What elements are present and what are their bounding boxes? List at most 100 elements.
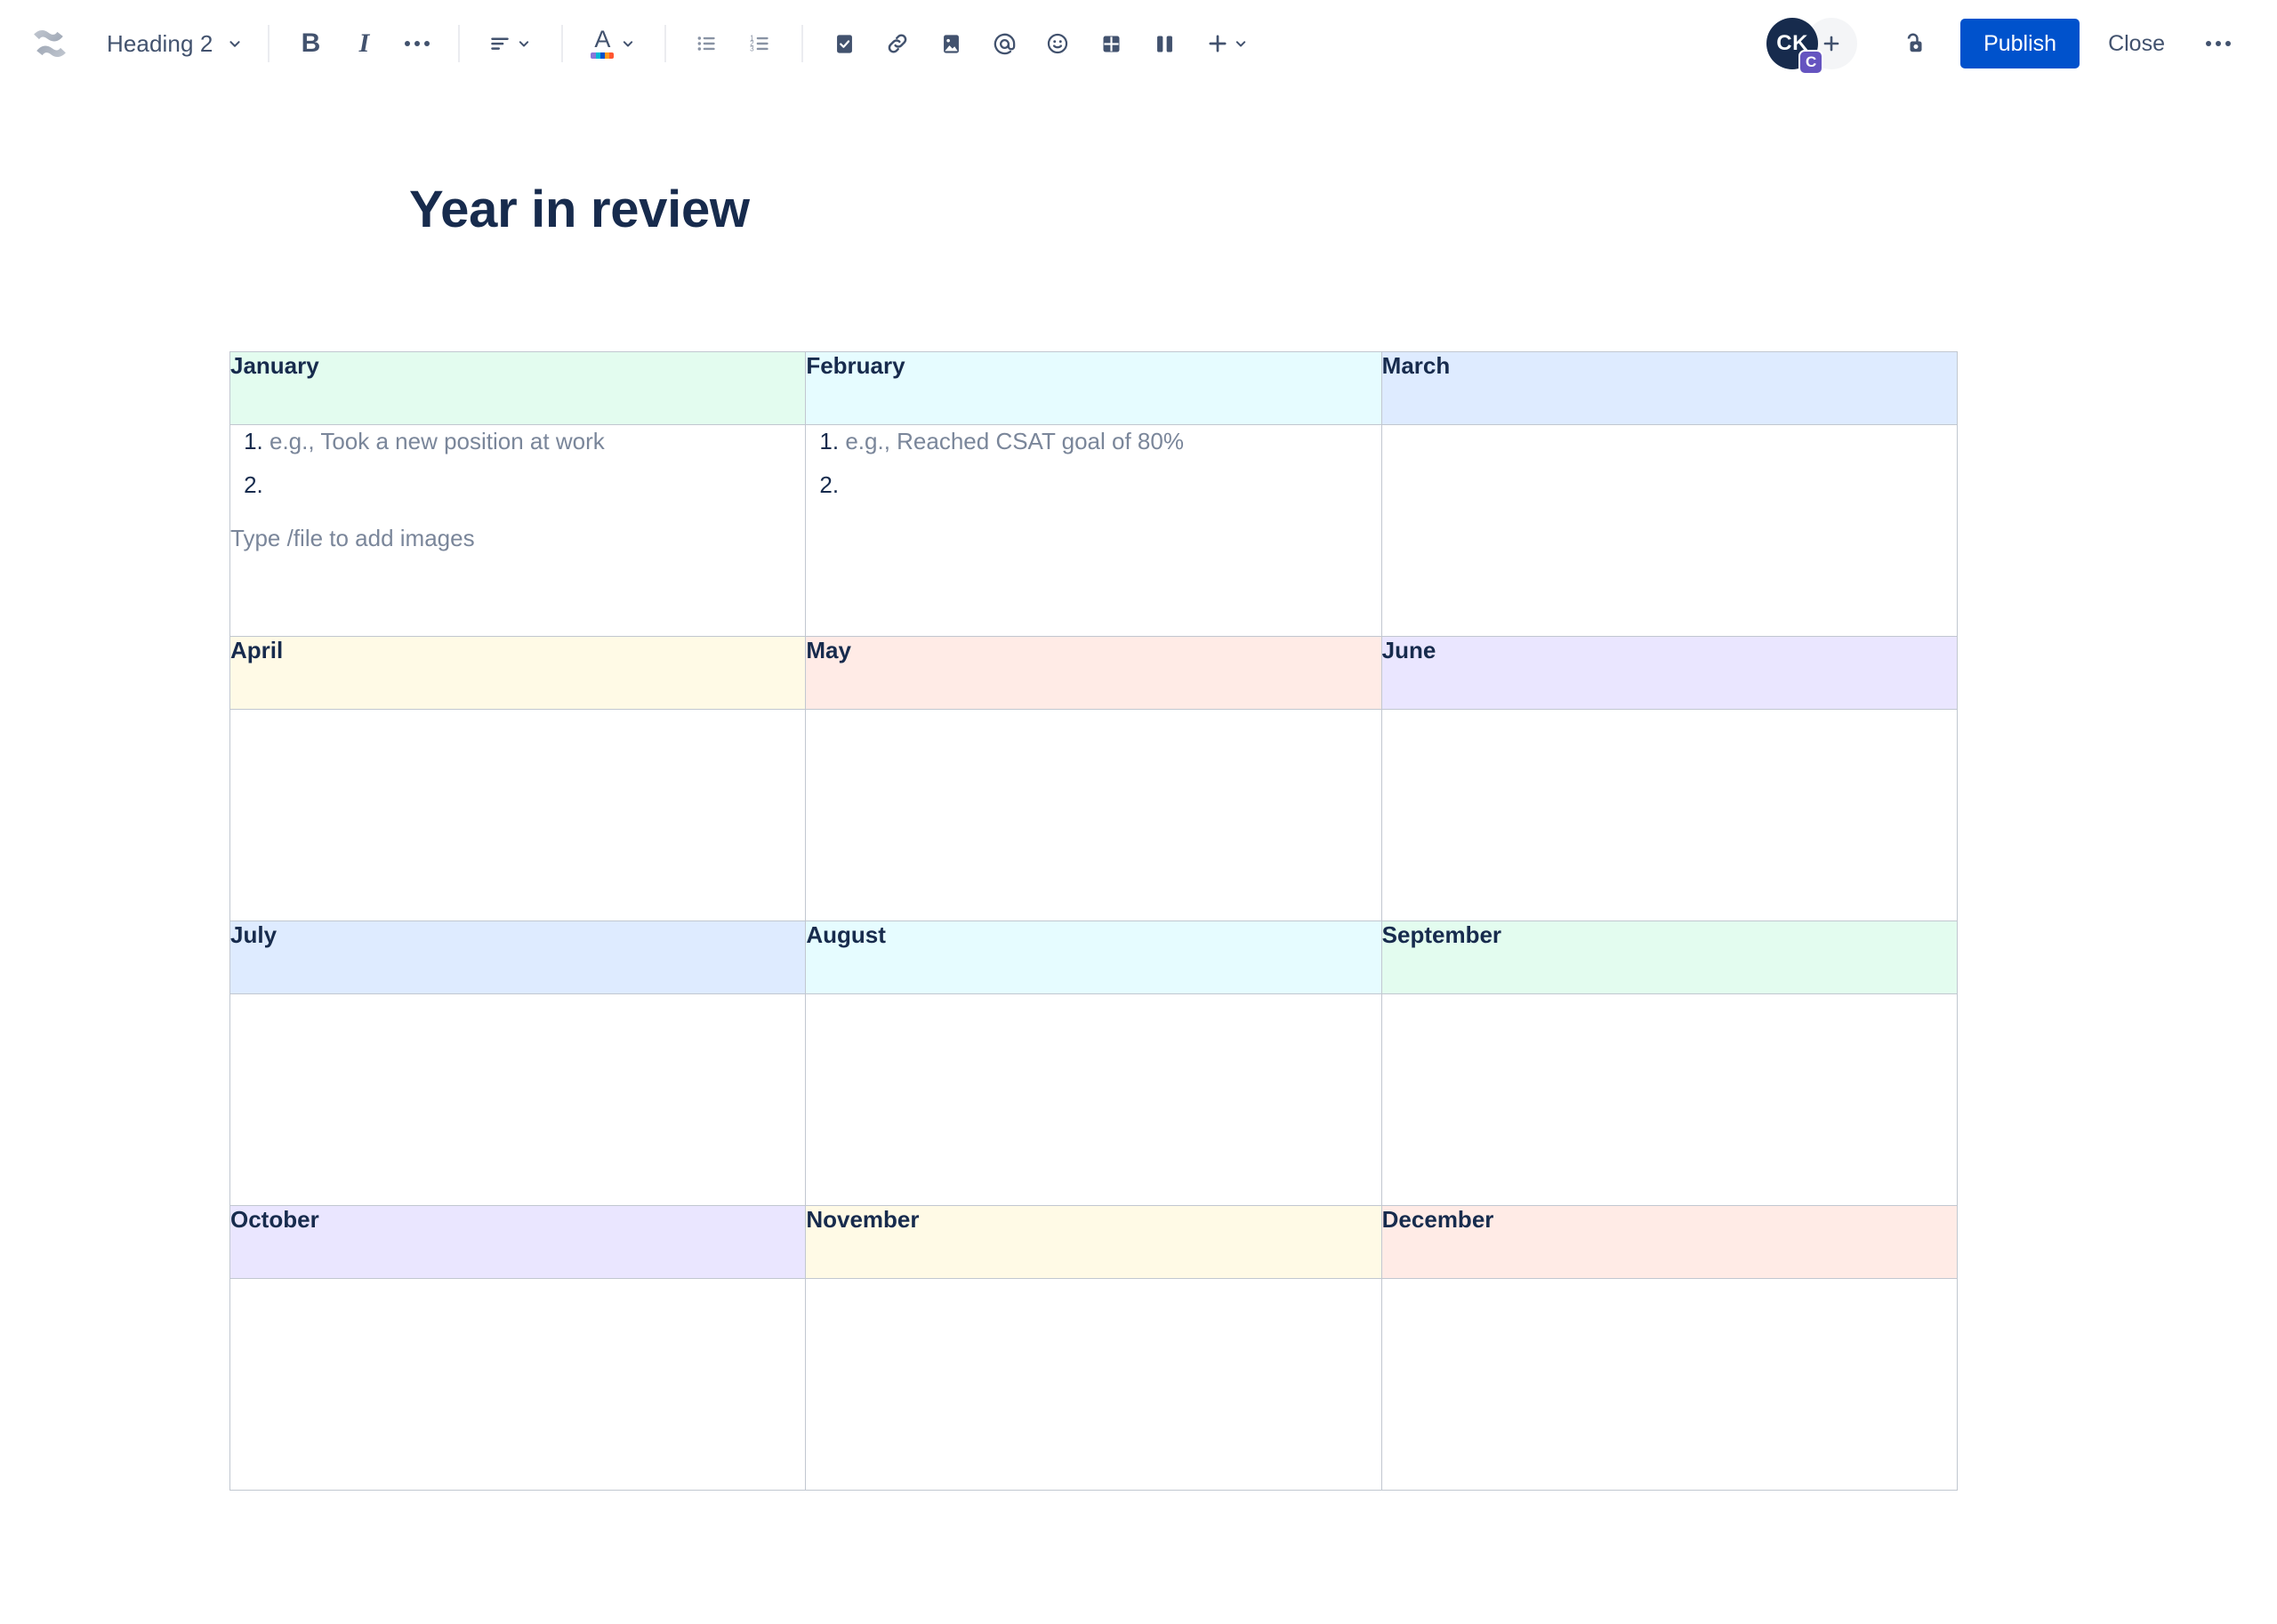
month-content-cell-november[interactable] (805, 1277, 1382, 1491)
table-row: e.g., Took a new position at work Type /… (229, 423, 1959, 637)
month-content-cell-may[interactable] (805, 708, 1382, 921)
year-table-wrapper: January February March e.g., Took a new … (229, 350, 1959, 1491)
toolbar-divider (664, 25, 667, 62)
page-title[interactable]: Year in review (0, 87, 2277, 238)
chevron-down-icon (624, 41, 633, 47)
month-header-cell-february[interactable]: February (805, 350, 1382, 425)
bulleted-list-button[interactable] (682, 19, 732, 68)
text-align-button[interactable] (476, 19, 545, 68)
empty-cell-content (230, 994, 805, 995)
table-row (229, 993, 1959, 1206)
month-header-cell-may[interactable]: May (805, 635, 1382, 710)
month-header-cell-march[interactable]: March (1380, 350, 1959, 425)
emoji-button[interactable] (1033, 19, 1082, 68)
mention-at-icon (994, 33, 1016, 54)
empty-cell-content (230, 1279, 805, 1280)
month-label: November (806, 1205, 920, 1233)
table-row (229, 708, 1959, 921)
month-content-cell-june[interactable] (1380, 708, 1959, 921)
empty-cell-content (1382, 425, 1957, 426)
month-content-cell-february[interactable]: e.g., Reached CSAT goal of 80% (805, 423, 1382, 637)
text-style-dropdown[interactable]: Heading 2 (94, 19, 253, 68)
bold-button[interactable]: B (286, 19, 335, 68)
list-item[interactable] (845, 469, 1380, 502)
month-label: September (1381, 921, 1502, 948)
italic-icon: I (358, 28, 370, 58)
empty-cell-content (1382, 1279, 1957, 1280)
file-placeholder-hint[interactable]: Type /file to add images (230, 522, 805, 556)
emoji-smiley-icon (1048, 33, 1068, 54)
month-label: August (806, 921, 886, 948)
list-item[interactable] (270, 469, 805, 502)
table-icon (1103, 36, 1120, 52)
more-formatting-button[interactable] (392, 19, 442, 68)
list-item[interactable]: e.g., Reached CSAT goal of 80% (845, 425, 1380, 459)
achievement-list: e.g., Took a new position at work (230, 425, 805, 503)
list-item[interactable]: e.g., Took a new position at work (270, 425, 805, 459)
svg-text:3: 3 (751, 45, 755, 53)
task-list-button[interactable] (819, 19, 869, 68)
month-header-cell-december[interactable]: December (1380, 1204, 1959, 1279)
bulleted-list-icon (698, 36, 716, 51)
month-content-cell-july[interactable] (229, 993, 807, 1206)
ellipsis-icon (405, 41, 430, 46)
plus-icon (1209, 35, 1227, 52)
empty-cell-content (806, 1279, 1380, 1280)
empty-cell-content (230, 710, 805, 711)
table-row: October November December (229, 1204, 1959, 1279)
list-item-text: e.g., Took a new position at work (270, 427, 605, 454)
link-button[interactable] (873, 19, 922, 68)
month-header-cell-june[interactable]: June (1380, 635, 1959, 710)
numbered-list-button[interactable]: 123 (736, 19, 785, 68)
month-content-cell-september[interactable] (1380, 993, 1959, 1206)
month-content-cell-april[interactable] (229, 708, 807, 921)
month-label: May (806, 636, 851, 663)
avatar-app-badge: C (1798, 50, 1824, 75)
mention-button[interactable] (979, 19, 1029, 68)
month-content-cell-march[interactable] (1380, 423, 1959, 637)
month-header-cell-september[interactable]: September (1380, 920, 1959, 994)
text-style-value: Heading 2 (107, 29, 213, 57)
month-header-cell-april[interactable]: April (229, 635, 807, 710)
chevron-down-icon (213, 34, 245, 53)
month-header-cell-august[interactable]: August (805, 920, 1382, 994)
text-color-button[interactable]: A (579, 19, 648, 68)
chevron-down-icon (519, 41, 529, 47)
month-label: December (1381, 1205, 1494, 1233)
publish-button[interactable]: Publish (1960, 19, 2080, 68)
empty-cell-content (1382, 710, 1957, 711)
ellipsis-icon (2206, 41, 2231, 46)
month-content-cell-october[interactable] (229, 1277, 807, 1491)
table-button[interactable] (1086, 19, 1136, 68)
month-label: June (1381, 636, 1436, 663)
document-body: Year in review January February March 1.… (0, 87, 2277, 1491)
restrictions-button[interactable] (1889, 19, 1939, 68)
person-add-plus-icon (1823, 36, 1839, 52)
month-header-cell-october[interactable]: October (229, 1204, 807, 1279)
toolbar-divider (801, 25, 804, 62)
avatar-badge-label: C (1805, 53, 1817, 70)
month-label: January (230, 351, 319, 379)
more-actions-button[interactable] (2193, 19, 2243, 68)
italic-button[interactable]: I (339, 19, 389, 68)
confluence-logo-icon (25, 19, 75, 68)
toolbar-divider (561, 25, 564, 62)
month-header-cell-july[interactable]: July (229, 920, 807, 994)
month-header-cell-january[interactable]: January (229, 350, 807, 425)
link-icon (889, 34, 907, 53)
image-button[interactable] (926, 19, 976, 68)
month-header-cell-november[interactable]: November (805, 1204, 1382, 1279)
layout-button[interactable] (1139, 19, 1189, 68)
month-label: July (230, 921, 278, 948)
chevron-down-icon (1236, 41, 1246, 47)
month-content-cell-january[interactable]: e.g., Took a new position at work Type /… (229, 423, 807, 637)
insert-more-button[interactable] (1193, 19, 1262, 68)
close-button[interactable]: Close (2088, 19, 2184, 68)
unlocked-padlock-icon (1907, 33, 1922, 52)
month-content-cell-august[interactable] (805, 993, 1382, 1206)
editor-toolbar: Heading 2 B I A 123 CK C Publish Close (0, 0, 2277, 87)
achievement-list: e.g., Reached CSAT goal of 80% (806, 425, 1380, 503)
month-label: April (230, 636, 284, 663)
table-row: January February March (229, 350, 1959, 425)
month-content-cell-december[interactable] (1380, 1277, 1959, 1491)
